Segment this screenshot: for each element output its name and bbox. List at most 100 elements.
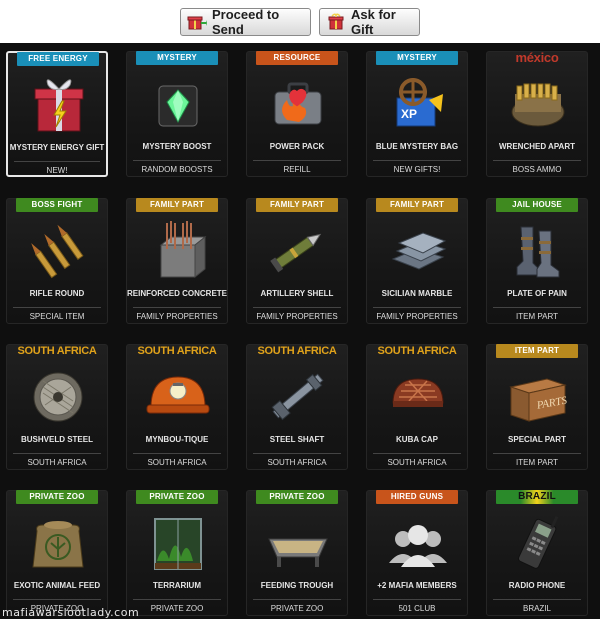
marble-icon bbox=[383, 219, 453, 281]
gift-item-card[interactable]: Mystery Mystery Boost Random Boosts bbox=[126, 51, 228, 177]
shaft-icon bbox=[263, 365, 333, 427]
item-name: Reinforced Concrete bbox=[127, 289, 228, 298]
item-divider bbox=[13, 307, 101, 308]
cap-icon bbox=[383, 365, 453, 427]
gift-item-card[interactable]: Private Zoo Exotic Animal Feed Private Zoo bbox=[6, 490, 108, 616]
item-name: Mystery Energy Gift bbox=[9, 143, 105, 152]
ask-gift-icon bbox=[326, 13, 346, 31]
gift-icon bbox=[24, 73, 94, 135]
power-pack-icon bbox=[263, 72, 333, 134]
item-banner: Hired Guns bbox=[376, 490, 458, 504]
item-banner: Family Part bbox=[256, 198, 338, 212]
item-name: Radio Phone bbox=[508, 581, 566, 590]
item-banner: South Africa bbox=[257, 345, 337, 357]
gift-item-card[interactable]: South Africa Steel Shaft South Africa bbox=[246, 344, 348, 470]
item-banner: Private Zoo bbox=[256, 490, 338, 504]
ammo-belt-icon bbox=[503, 72, 573, 134]
item-divider bbox=[373, 160, 461, 161]
item-category: South Africa bbox=[147, 458, 207, 467]
gift-item-card[interactable]: Mystery XP Blue Mystery Bag New Gifts! bbox=[366, 51, 468, 177]
gift-item-card[interactable]: Private Zoo Terrarium Private Zoo bbox=[126, 490, 228, 616]
gift-item-card[interactable]: South Africa Bushveld Steel South Africa bbox=[6, 344, 108, 470]
gift-item-card[interactable]: Item Part PARTS Special Part Item Part bbox=[486, 344, 588, 470]
item-category: Random Boosts bbox=[141, 165, 213, 174]
item-name: Sicilian Marble bbox=[381, 289, 453, 298]
item-divider bbox=[493, 307, 581, 308]
item-name: Terrarium bbox=[153, 581, 201, 590]
svg-text:XP: XP bbox=[401, 107, 417, 121]
gift-item-card[interactable]: Hired Guns +2 Mafia Members 501 Club bbox=[366, 490, 468, 616]
watermark: mafiawarslootlady.com bbox=[2, 606, 140, 619]
item-banner: Mystery bbox=[376, 51, 458, 65]
boots-icon bbox=[503, 219, 573, 281]
ask-for-gift-label: Ask for Gift bbox=[351, 7, 396, 37]
wire-spool-icon bbox=[23, 365, 93, 427]
proceed-to-send-button[interactable]: Proceed to Send bbox=[180, 7, 311, 37]
item-name: Power Pack bbox=[269, 142, 325, 151]
item-banner: Private Zoo bbox=[136, 490, 218, 504]
item-divider bbox=[493, 453, 581, 454]
item-banner: Item Part bbox=[496, 344, 578, 358]
gift-item-card[interactable]: South Africa Mynbou-Tique South Africa bbox=[126, 344, 228, 470]
item-name: Mystery Boost bbox=[142, 142, 212, 151]
item-divider bbox=[133, 453, 221, 454]
item-name: Exotic Animal Feed bbox=[13, 581, 101, 590]
concrete-icon bbox=[143, 219, 213, 281]
item-category: New Gifts! bbox=[393, 165, 441, 174]
mining-helmet-icon bbox=[143, 365, 213, 427]
item-name: Feeding Trough bbox=[260, 581, 334, 590]
ask-for-gift-button[interactable]: Ask for Gift bbox=[319, 7, 420, 37]
item-banner: Mystery bbox=[136, 51, 218, 65]
item-category: Special Item bbox=[29, 312, 85, 321]
item-banner: Resource bbox=[256, 51, 338, 65]
send-gift-icon bbox=[187, 13, 207, 31]
item-banner: South Africa bbox=[377, 345, 457, 357]
gift-item-card[interactable]: México Wrenched Apart Boss Ammo bbox=[486, 51, 588, 177]
top-toolbar: Proceed to Send Ask for Gift bbox=[0, 0, 600, 43]
item-name: Blue Mystery Bag bbox=[375, 142, 459, 151]
item-name: Special Part bbox=[508, 435, 566, 444]
trough-icon bbox=[263, 511, 333, 573]
item-category: Private Zoo bbox=[150, 604, 204, 613]
item-category: Brazil bbox=[522, 604, 551, 613]
terrarium-icon bbox=[143, 511, 213, 573]
members-icon bbox=[383, 511, 453, 573]
gift-item-card[interactable]: Jail House Plate of Pain Item Part bbox=[486, 198, 588, 324]
item-name: Mynbou-Tique bbox=[145, 435, 209, 444]
gift-grid: Free Energy Mystery Energy Gift New! Myster… bbox=[0, 43, 600, 619]
item-name: Wrenched Apart bbox=[499, 142, 575, 151]
item-divider bbox=[13, 599, 101, 600]
shell-icon bbox=[263, 219, 333, 281]
gift-item-card[interactable]: Resource Power Pack Refill bbox=[246, 51, 348, 177]
item-banner: Family Part bbox=[136, 198, 218, 212]
item-divider bbox=[373, 307, 461, 308]
item-category: Family Properties bbox=[256, 312, 338, 321]
item-divider bbox=[253, 160, 341, 161]
gift-item-card[interactable]: Family Part Artillery Shell Family Propert… bbox=[246, 198, 348, 324]
item-category: Family Properties bbox=[376, 312, 458, 321]
item-divider bbox=[133, 307, 221, 308]
item-category: Item Part bbox=[516, 458, 558, 467]
gift-item-card[interactable]: Brazil Radio Phone Brazil bbox=[486, 490, 588, 616]
gift-item-card[interactable]: Private Zoo Feeding Trough Private Zoo bbox=[246, 490, 348, 616]
gift-item-card[interactable]: South Africa Kuba Cap South Africa bbox=[366, 344, 468, 470]
item-banner: Boss Fight bbox=[16, 198, 98, 212]
item-banner: México bbox=[515, 51, 559, 65]
item-divider bbox=[493, 160, 581, 161]
item-divider bbox=[253, 599, 341, 600]
item-divider bbox=[253, 453, 341, 454]
gift-item-card[interactable]: Family Part Sicilian Marble Family Propert… bbox=[366, 198, 468, 324]
gift-item-card[interactable]: Boss Fight Rifle Round Special Item bbox=[6, 198, 108, 324]
item-name: Plate of Pain bbox=[507, 289, 567, 298]
item-name: Rifle Round bbox=[29, 289, 85, 298]
gift-item-card[interactable]: Free Energy Mystery Energy Gift New! bbox=[6, 51, 108, 177]
item-divider bbox=[13, 453, 101, 454]
item-divider bbox=[133, 599, 221, 600]
proceed-to-send-label: Proceed to Send bbox=[212, 7, 280, 37]
item-category: South Africa bbox=[387, 458, 447, 467]
item-divider bbox=[133, 160, 221, 161]
radio-phone-icon bbox=[503, 511, 573, 573]
gift-item-card[interactable]: Family Part Reinforced Concrete Family Pro… bbox=[126, 198, 228, 324]
item-banner: Free Energy bbox=[17, 52, 99, 66]
item-divider bbox=[373, 599, 461, 600]
